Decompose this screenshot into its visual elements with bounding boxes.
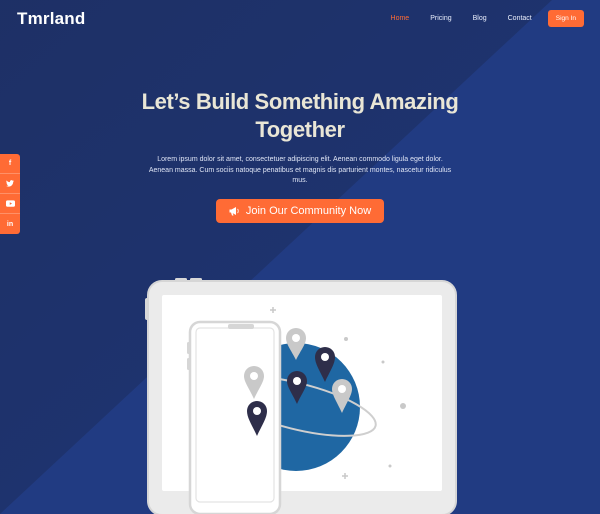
megaphone-icon [229,206,239,215]
hero-title: Let’s Build Something Amazing Together [0,88,600,144]
join-community-label: Join Our Community Now [245,204,372,217]
hero-title-line-2: Together [255,117,345,142]
sign-in-button[interactable]: Sign In [547,10,584,27]
nav-links: Home Pricing Blog Contact Sign In [370,10,584,27]
hero-section: Let’s Build Something Amazing Together L… [0,88,600,223]
hero-description: Lorem ipsum dolor sit amet, consectetuer… [148,156,452,184]
navbar: Tmrland Home Pricing Blog Contact Sign I… [0,0,600,40]
nav-link-blog[interactable]: Blog [473,15,487,22]
nav-link-contact[interactable]: Contact [508,15,532,22]
brand-logo[interactable]: Tmrland [17,9,85,29]
nav-link-pricing[interactable]: Pricing [430,15,451,22]
join-community-button[interactable]: Join Our Community Now [215,198,385,223]
hero-illustration [145,278,457,514]
hero-title-line-1: Let’s Build Something Amazing [141,89,459,114]
phone-frame [187,320,282,514]
nav-link-home[interactable]: Home [391,15,410,22]
